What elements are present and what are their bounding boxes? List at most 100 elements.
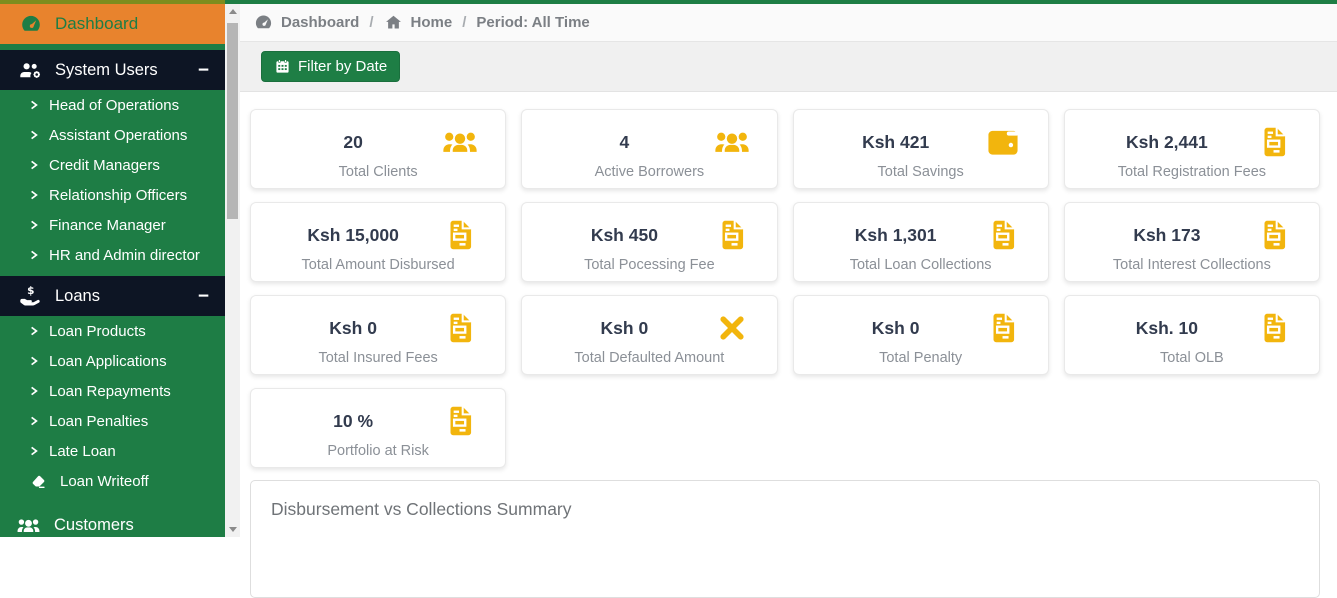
sidebar-section-customers[interactable]: Customers [0,505,225,537]
sidebar-item-loan-applications[interactable]: Loan Applications [0,346,225,376]
stat-value: 4 [546,132,710,153]
sidebar-item-hr-admin-director[interactable]: HR and Admin director [0,240,225,270]
stat-label: Total Insured Fees [251,350,505,366]
chevron-right-icon [30,416,40,426]
stat-value: Ksh 0 [546,318,710,339]
chevron-right-icon [30,356,40,366]
top-accent-bar-sidebar [0,0,225,4]
dashboard-gauge-icon [20,13,42,35]
stat-value: Ksh 15,000 [275,225,439,246]
stat-label: Total Penalty [794,350,1048,366]
main-content: Dashboard / Home / Period: All Time Filt… [240,4,1337,537]
stat-card-total-interest-collections: Ksh 173 Total Interest Collections [1064,202,1320,282]
filter-button-label: Filter by Date [298,58,387,75]
stat-label: Total Loan Collections [794,257,1048,273]
chevron-right-icon [30,190,40,200]
chevron-right-icon [30,446,40,456]
stat-label: Total Savings [794,164,1048,180]
stat-value: Ksh 2,441 [1089,132,1253,153]
sidebar-item-late-loan[interactable]: Late Loan [0,436,225,466]
collapse-minus-icon: − [198,287,209,306]
sidebar-item-label: Loan Repayments [49,383,171,400]
chevron-right-icon [30,326,40,336]
chevron-right-icon [30,100,40,110]
stat-card-total-defaulted-amount: Ksh 0 Total Defaulted Amount [521,295,777,375]
stat-label: Total Interest Collections [1065,257,1319,273]
stat-label: Active Borrowers [522,164,776,180]
breadcrumb: Dashboard / Home / Period: All Time [240,4,1337,42]
chevron-right-icon [30,220,40,230]
section-label: Loans [55,287,100,306]
sidebar-item-label: Assistant Operations [49,127,187,144]
users-icon [711,123,753,161]
file-invoice-icon [1253,216,1295,254]
sidebar-item-loan-repayments[interactable]: Loan Repayments [0,376,225,406]
breadcrumb-dashboard-label: Dashboard [281,14,359,31]
stat-card-total-processing-fee: Ksh 450 Total Pocessing Fee [521,202,777,282]
sidebar-dashboard-label: Dashboard [55,14,138,34]
sidebar-item-head-of-operations[interactable]: Head of Operations [0,90,225,120]
users-icon [16,513,41,538]
stat-card-total-olb: Ksh. 10 Total OLB [1064,295,1320,375]
sidebar-item-label: Loan Applications [49,353,167,370]
users-icon [439,123,481,161]
breadcrumb-separator: / [369,14,373,31]
scroll-up-arrow[interactable] [225,4,240,19]
stat-value: Ksh. 10 [1089,318,1253,339]
sidebar: Dashboard System Users − Head of Operati… [0,4,225,537]
stat-value: Ksh 0 [275,318,439,339]
stat-card-active-borrowers: 4 Active Borrowers [521,109,777,189]
x-icon [711,309,753,347]
file-invoice-icon [982,309,1024,347]
stat-label: Total Amount Disbursed [251,257,505,273]
stat-label: Total Registration Fees [1065,164,1319,180]
chevron-right-icon [30,160,40,170]
stat-value: Ksh 1,301 [818,225,982,246]
file-invoice-icon [1253,309,1295,347]
stat-card-total-insured-fees: Ksh 0 Total Insured Fees [250,295,506,375]
sidebar-item-label: HR and Admin director [49,247,200,264]
sidebar-section-system-users[interactable]: System Users − [0,50,225,90]
sidebar-item-loan-penalties[interactable]: Loan Penalties [0,406,225,436]
summary-panel-title: Disbursement vs Collections Summary [271,499,1299,520]
chevron-right-icon [30,250,40,260]
stat-card-total-registration-fees: Ksh 2,441 Total Registration Fees [1064,109,1320,189]
breadcrumb-home[interactable]: Home [384,13,453,32]
chevron-right-icon [30,386,40,396]
filter-toolbar: Filter by Date [240,42,1337,92]
stat-label: Total Pocessing Fee [522,257,776,273]
stat-value: Ksh 421 [818,132,982,153]
sidebar-item-loan-products[interactable]: Loan Products [0,316,225,346]
sidebar-item-credit-managers[interactable]: Credit Managers [0,150,225,180]
scrollbar-thumb[interactable] [227,23,238,219]
sidebar-item-label: Loan Products [49,323,146,340]
file-invoice-icon [982,216,1024,254]
scroll-down-arrow[interactable] [225,522,240,537]
stat-value: Ksh 173 [1089,225,1253,246]
sidebar-item-label: Finance Manager [49,217,166,234]
sidebar-item-finance-manager[interactable]: Finance Manager [0,210,225,240]
sidebar-item-label: Loan Writeoff [60,473,149,490]
section-label: Customers [54,516,134,535]
sidebar-section-loans[interactable]: Loans − [0,276,225,316]
sidebar-item-label: Late Loan [49,443,116,460]
sidebar-scrollbar[interactable] [225,4,240,537]
sidebar-item-dashboard[interactable]: Dashboard [0,4,225,44]
file-invoice-icon [439,309,481,347]
sidebar-item-label: Head of Operations [49,97,179,114]
sidebar-item-relationship-officers[interactable]: Relationship Officers [0,180,225,210]
stat-label: Total Clients [251,164,505,180]
sidebar-item-loan-writeoff[interactable]: Loan Writeoff [0,466,225,496]
stat-card-total-amount-disbursed: Ksh 15,000 Total Amount Disbursed [250,202,506,282]
wallet-icon [982,123,1024,161]
sidebar-item-assistant-operations[interactable]: Assistant Operations [0,120,225,150]
breadcrumb-separator: / [462,14,466,31]
stat-card-total-loan-collections: Ksh 1,301 Total Loan Collections [793,202,1049,282]
stat-value: Ksh 450 [546,225,710,246]
users-gear-icon [18,58,42,82]
filter-by-date-button[interactable]: Filter by Date [261,51,400,82]
sidebar-item-label: Relationship Officers [49,187,187,204]
section-label: System Users [55,61,158,80]
breadcrumb-dashboard[interactable]: Dashboard [254,13,359,32]
breadcrumb-period: Period: All Time [476,14,589,31]
